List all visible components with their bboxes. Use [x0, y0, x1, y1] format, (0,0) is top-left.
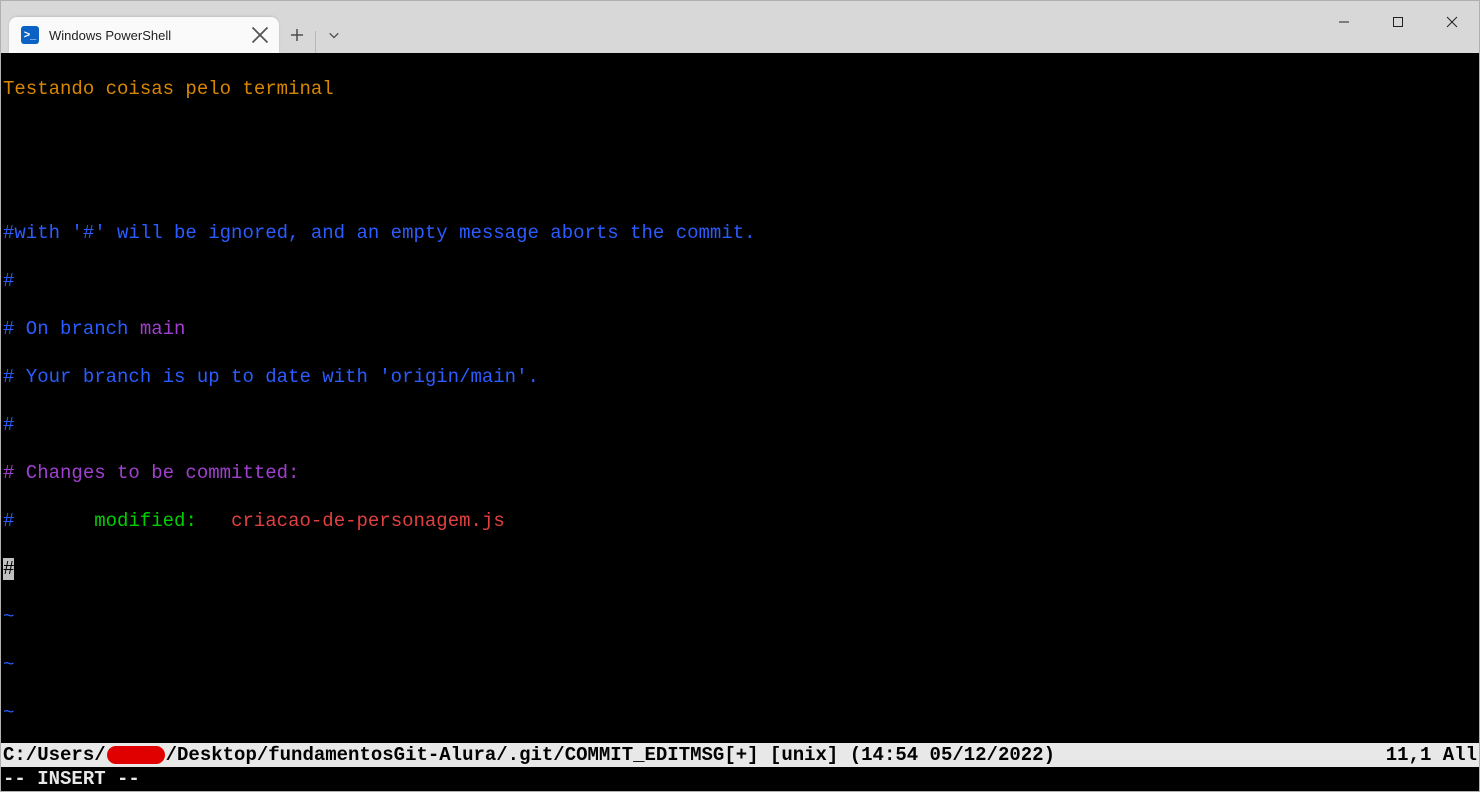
vim-mode: -- INSERT --	[3, 768, 140, 790]
comment-hash: #	[3, 510, 14, 532]
tab-title: Windows PowerShell	[49, 28, 241, 43]
minimize-button[interactable]	[1317, 1, 1371, 43]
vim-status-bar: C:/Users/ /Desktop/fundamentosGit-Alura/.…	[1, 743, 1479, 767]
on-branch-prefix: # On branch	[3, 318, 140, 340]
tab-dropdown-button[interactable]	[316, 17, 352, 53]
new-tab-button[interactable]	[279, 17, 315, 53]
tilde-line: ~	[3, 702, 14, 724]
redacted-username	[107, 746, 165, 764]
close-tab-button[interactable]	[251, 26, 269, 44]
titlebar: >_ Windows PowerShell	[1, 1, 1479, 53]
up-to-date-line: # Your branch is up to date with 'origin…	[3, 366, 539, 388]
maximize-button[interactable]	[1371, 1, 1425, 43]
cursor: #	[3, 558, 14, 580]
editor-buffer: Testando coisas pelo terminal #with '#' …	[1, 53, 1479, 791]
window-controls	[1317, 1, 1479, 43]
modified-file: criacao-de-personagem.js	[231, 510, 505, 532]
comment-hash: #	[3, 414, 14, 436]
status-path-prefix: C:/Users/	[3, 743, 106, 767]
powershell-icon: >_	[21, 26, 39, 44]
branch-name: main	[140, 318, 186, 340]
modified-label: modified:	[94, 510, 197, 532]
vim-mode-line: -- INSERT --	[1, 767, 1479, 791]
status-position: 11,1 All	[1386, 743, 1477, 767]
comment-line: #with '#' will be ignored, and an empty …	[3, 222, 756, 244]
commit-message-line: Testando coisas pelo terminal	[3, 78, 334, 100]
close-window-button[interactable]	[1425, 1, 1479, 43]
comment-hash: #	[3, 270, 14, 292]
terminal-window: >_ Windows PowerShell	[0, 0, 1480, 792]
tab-powershell[interactable]: >_ Windows PowerShell	[9, 17, 279, 53]
tilde-line: ~	[3, 606, 14, 628]
tab-strip: >_ Windows PowerShell	[1, 1, 352, 53]
terminal-viewport[interactable]: Testando coisas pelo terminal #with '#' …	[1, 53, 1479, 791]
status-path-suffix: /Desktop/fundamentosGit-Alura/.git/COMMI…	[166, 743, 1055, 767]
changes-header: # Changes to be committed:	[3, 462, 299, 484]
tilde-line: ~	[3, 654, 14, 676]
